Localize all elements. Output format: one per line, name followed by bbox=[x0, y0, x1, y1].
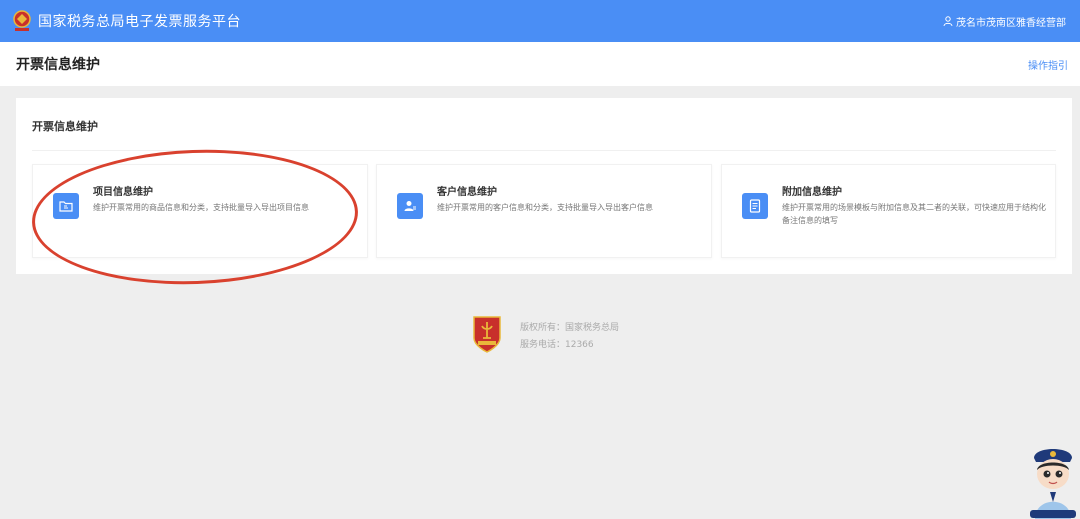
user-account[interactable]: 茂名市茂南区雅香经营部 bbox=[943, 14, 1080, 29]
tax-emblem-icon bbox=[13, 10, 31, 31]
operation-guide-link[interactable]: 操作指引 bbox=[1028, 57, 1068, 72]
platform-title: 国家税务总局电子发票服务平台 bbox=[38, 14, 241, 30]
card-description: 维护开票常用的商品信息和分类，支持批量导入导出项目信息 bbox=[93, 203, 309, 212]
customer-info-card[interactable]: 客户信息维护 维护开票常用的客户信息和分类，支持批量导入导出客户信息 bbox=[376, 164, 712, 258]
service-phone: 服务电话：12366 bbox=[520, 340, 594, 350]
panel-title: 开票信息维护 bbox=[32, 120, 98, 133]
page-title: 开票信息维护 bbox=[16, 57, 100, 73]
user-name: 茂名市茂南区雅香经营部 bbox=[956, 17, 1066, 29]
card-description: 维护开票常用的场景模板与附加信息及其二者的关联，可快速应用于结构化备注信息的填写 bbox=[782, 203, 1046, 225]
card-description: 维护开票常用的客户信息和分类，支持批量导入导出客户信息 bbox=[437, 203, 653, 212]
brand[interactable]: 国家税务总局电子发票服务平台 bbox=[0, 9, 241, 33]
copyright-text: 版权所有：国家税务总局 bbox=[520, 323, 620, 333]
additional-info-card[interactable]: 附加信息维护 维护开票常用的场景模板与附加信息及其二者的关联，可快速应用于结构化… bbox=[721, 164, 1056, 258]
customer-card-icon bbox=[404, 201, 416, 211]
page-header: 开票信息维护 操作指引 bbox=[0, 42, 1080, 86]
card-title: 项目信息维护 bbox=[93, 187, 153, 198]
footer-info: 版权所有：国家税务总局 服务电话：12366 bbox=[520, 320, 619, 354]
folder-edit-icon bbox=[59, 201, 73, 212]
person-icon bbox=[943, 16, 953, 26]
document-list-icon bbox=[749, 199, 761, 213]
card-title: 附加信息维护 bbox=[782, 187, 842, 198]
item-info-card[interactable]: 项目信息维护 维护开票常用的商品信息和分类，支持批量导入导出项目信息 bbox=[32, 164, 368, 258]
tax-officer-mascot-icon[interactable] bbox=[1026, 440, 1080, 519]
panel-divider bbox=[32, 150, 1056, 151]
top-bar: 国家税务总局电子发票服务平台 茂名市茂南区雅香经营部 bbox=[0, 0, 1080, 42]
maintenance-panel: 开票信息维护 项目信息维护 维护开票常用的商品信息和分类，支持批量导入导出项目信… bbox=[16, 98, 1072, 274]
tax-shield-logo-icon bbox=[473, 316, 501, 353]
card-title: 客户信息维护 bbox=[437, 187, 497, 198]
